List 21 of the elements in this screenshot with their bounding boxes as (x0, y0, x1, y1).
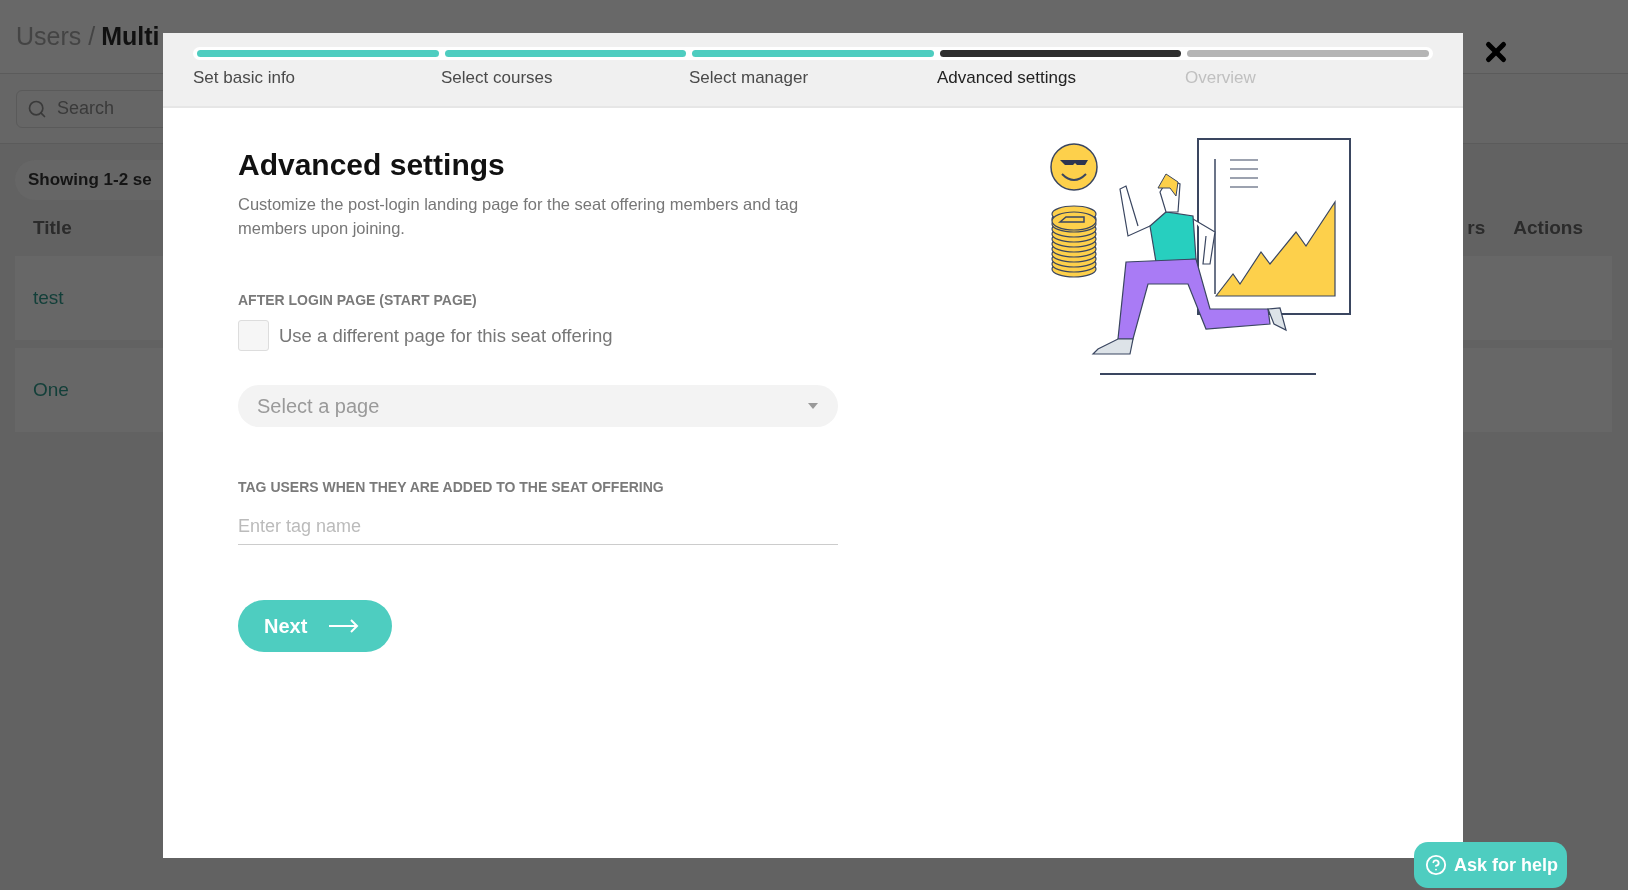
section-heading: AFTER LOGIN PAGE (START PAGE) (238, 292, 478, 308)
checkbox-label[interactable]: Use a different page for this seat offering (279, 324, 613, 347)
page-select[interactable]: Select a page (238, 385, 838, 427)
section-heading: TAG USERS WHEN THEY ARE ADDED TO THE SEAT OFFERING (238, 479, 665, 495)
search-icon (27, 98, 47, 119)
step-label[interactable]: Select manager (689, 68, 937, 88)
step-label[interactable]: Select courses (441, 68, 689, 88)
caret-icon (808, 403, 818, 409)
next-button[interactable]: Next (238, 600, 392, 652)
page-title: Multi (101, 22, 160, 51)
column-header: Actions (1513, 217, 1583, 239)
checkbox[interactable] (238, 320, 269, 351)
column-header: rs (1467, 217, 1486, 239)
help-button[interactable]: Ask for help (1414, 842, 1567, 888)
help-icon (1425, 854, 1447, 876)
step-label[interactable]: Advanced settings (937, 68, 1185, 88)
column-header: Title (33, 217, 72, 239)
row-title-link[interactable]: test (33, 287, 64, 309)
arrow-right-icon (329, 619, 360, 633)
step-label[interactable]: Set basic info (193, 68, 441, 88)
row-title-link[interactable]: One (33, 379, 69, 401)
